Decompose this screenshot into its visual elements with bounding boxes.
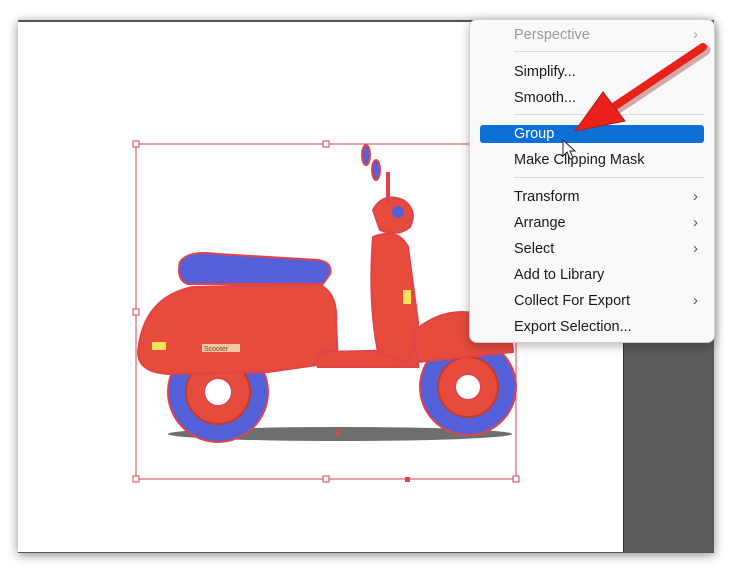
menu-item-simplify[interactable]: Simplify... [480,63,704,81]
chevron-right-icon: › [693,292,698,309]
menu-separator [514,51,704,52]
chevron-right-icon: › [693,26,698,43]
menu-item-label: Select [514,241,555,257]
menu-item-perspective[interactable]: Perspective › [480,26,704,44]
menu-item-arrange[interactable]: Arrange › [480,214,704,232]
menu-item-group[interactable]: Group [480,125,704,143]
menu-item-label: Transform [514,189,580,205]
menu-item-smooth[interactable]: Smooth... [480,89,704,107]
scooter-badge: Scooter [204,346,229,353]
menu-item-label: Simplify... [514,64,576,80]
center-point [335,430,340,435]
menu-separator [514,114,704,115]
menu-item-collect-for-export[interactable]: Collect For Export › [480,292,704,310]
menu-item-make-clipping-mask[interactable]: Make Clipping Mask [480,151,704,169]
chevron-right-icon: › [693,214,698,231]
menu-separator [514,177,704,178]
anchor-point [405,477,410,482]
menu-item-label: Export Selection... [514,319,632,335]
menu-item-label: Perspective [514,27,590,43]
context-menu: Perspective › Simplify... Smooth... Grou… [469,19,715,343]
menu-item-add-to-library[interactable]: Add to Library [480,266,704,284]
menu-item-transform[interactable]: Transform › [480,188,704,206]
chevron-right-icon: › [693,188,698,205]
menu-item-label: Collect For Export [514,293,631,309]
menu-item-label: Smooth... [514,90,577,106]
menu-item-label: Arrange [514,215,566,231]
chevron-right-icon: › [693,240,698,257]
menu-item-label: Make Clipping Mask [514,152,645,168]
menu-item-export-selection[interactable]: Export Selection... [480,318,704,336]
menu-item-label: Add to Library [514,267,605,283]
menu-item-label: Group [514,126,555,142]
menu-item-select[interactable]: Select › [480,240,704,258]
